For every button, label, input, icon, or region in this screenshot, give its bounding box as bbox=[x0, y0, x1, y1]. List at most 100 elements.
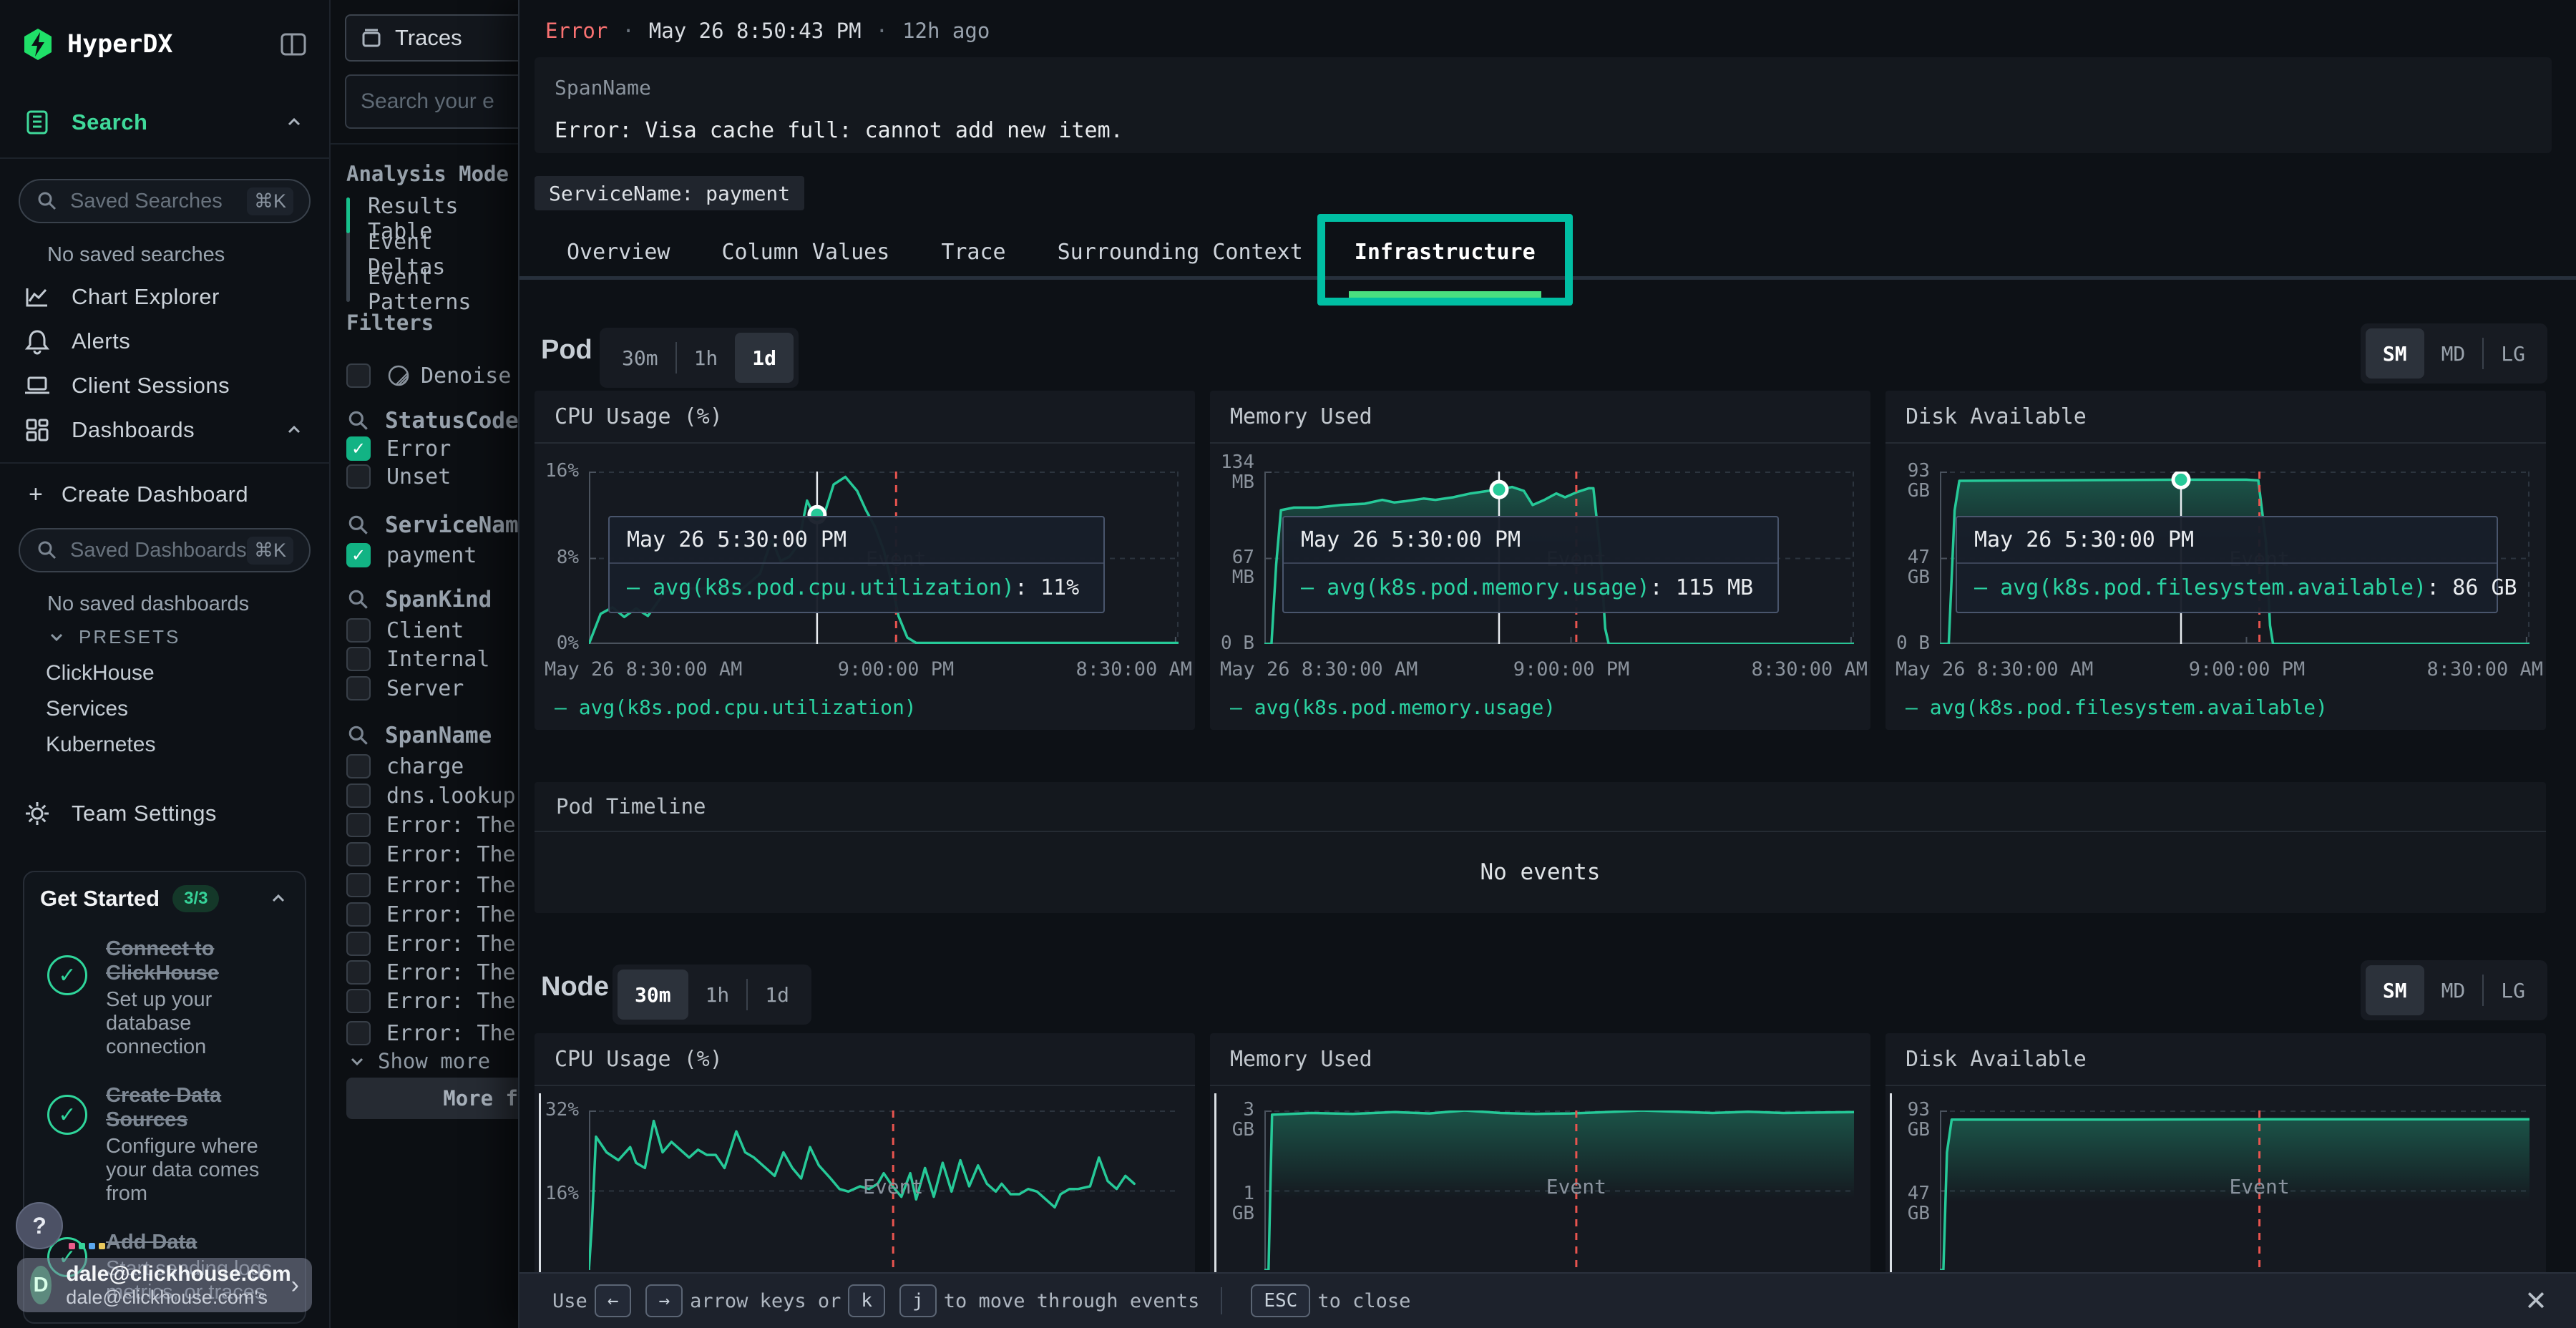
filter-spanname-error[interactable]: Error: The cr bbox=[346, 872, 518, 899]
checkbox[interactable] bbox=[346, 754, 371, 778]
preset-kubernetes[interactable]: Kubernetes bbox=[0, 727, 329, 763]
filter-group-servicename[interactable]: ServiceName bbox=[346, 511, 518, 540]
sidebar-item-search[interactable]: Search bbox=[0, 100, 329, 145]
range-1d[interactable]: 1d bbox=[748, 970, 806, 1020]
range-1h[interactable]: 1h bbox=[677, 333, 736, 383]
checkbox[interactable] bbox=[346, 618, 371, 643]
saved-dashboards-input[interactable]: Saved Dashboards ⌘K bbox=[19, 528, 311, 572]
filter-spanname-dnslookup[interactable]: dns.lookup bbox=[346, 782, 516, 809]
checkbox-checked[interactable]: ✓ bbox=[346, 543, 371, 567]
kbd-esc[interactable]: ESC bbox=[1251, 1284, 1310, 1317]
tab-column-values[interactable]: Column Values bbox=[696, 230, 916, 275]
checkbox[interactable] bbox=[346, 1021, 371, 1045]
filter-statuscode-unset[interactable]: Unset bbox=[346, 463, 451, 490]
filter-spanname-error[interactable]: Error: The cr bbox=[346, 901, 518, 928]
filter-spanname-error[interactable]: Error: The cr bbox=[346, 1020, 518, 1047]
checkbox[interactable] bbox=[346, 902, 371, 927]
kbd-k[interactable]: k bbox=[848, 1284, 885, 1317]
preset-services[interactable]: Services bbox=[0, 691, 329, 727]
get-started-item[interactable]: ✓ Create Data Sources Configure where yo… bbox=[40, 1083, 289, 1206]
help-button[interactable]: ? bbox=[16, 1202, 63, 1249]
filter-spankind-internal[interactable]: Internal bbox=[346, 645, 490, 673]
checkbox[interactable] bbox=[346, 932, 371, 956]
tooltip-value: 115 MB bbox=[1676, 575, 1753, 600]
sidebar-item-alerts[interactable]: Alerts bbox=[0, 319, 329, 363]
checkbox[interactable] bbox=[346, 813, 371, 837]
filter-statuscode-error[interactable]: ✓ Error bbox=[346, 435, 451, 462]
size-lg[interactable]: LG bbox=[2484, 965, 2542, 1015]
range-30m[interactable]: 30m bbox=[605, 333, 675, 383]
checkbox[interactable] bbox=[346, 989, 371, 1013]
source-select[interactable]: Traces bbox=[345, 14, 518, 62]
tab-surrounding-context[interactable]: Surrounding Context bbox=[1032, 230, 1329, 275]
filter-label: Client bbox=[386, 618, 464, 643]
range-1d[interactable]: 1d bbox=[735, 333, 794, 383]
filter-spanname-error[interactable]: Error: The cr bbox=[346, 841, 518, 868]
show-more-button[interactable]: Show more bbox=[346, 1048, 490, 1075]
event-search-input[interactable]: Search your e bbox=[345, 74, 518, 129]
node-disk-plot[interactable]: Event bbox=[1940, 1110, 2529, 1270]
user-menu[interactable]: D dale@clickhouse.com dale@clickhouse.co… bbox=[17, 1258, 312, 1312]
close-icon[interactable]: ✕ bbox=[2524, 1285, 2547, 1317]
size-md[interactable]: MD bbox=[2424, 965, 2483, 1015]
filter-group-spankind[interactable]: SpanKind bbox=[346, 585, 492, 614]
more-filters-button[interactable]: More filters bbox=[346, 1078, 518, 1119]
chevron-up-icon[interactable] bbox=[268, 888, 289, 909]
y-tick: 16% bbox=[535, 1183, 579, 1204]
filter-denoise[interactable]: Denoise Re bbox=[346, 362, 518, 389]
size-sm[interactable]: SM bbox=[2366, 965, 2424, 1015]
filter-servicename-payment[interactable]: ✓ payment bbox=[346, 542, 477, 569]
size-sm[interactable]: SM bbox=[2366, 328, 2424, 379]
svg-text:Event: Event bbox=[2229, 1175, 2289, 1198]
collapse-sidebar-icon[interactable] bbox=[279, 30, 308, 59]
checkbox[interactable] bbox=[346, 464, 371, 489]
sidebar-item-dashboards[interactable]: Dashboards bbox=[0, 408, 329, 452]
checkbox[interactable] bbox=[346, 363, 371, 388]
check-circle-icon: ✓ bbox=[47, 1095, 87, 1135]
checkbox[interactable] bbox=[346, 842, 371, 866]
filter-group-statuscode[interactable]: StatusCode bbox=[346, 406, 518, 435]
create-dashboard-button[interactable]: + Create Dashboard bbox=[0, 472, 329, 517]
mode-results-table[interactable]: Results Table bbox=[368, 205, 518, 233]
filter-group-spanname[interactable]: SpanName bbox=[346, 721, 492, 750]
presets-toggle[interactable]: PRESETS bbox=[0, 618, 329, 655]
mode-event-patterns[interactable]: Event Patterns bbox=[368, 276, 518, 303]
tab-infrastructure[interactable]: Infrastructure bbox=[1329, 230, 1561, 275]
checkbox[interactable] bbox=[346, 960, 371, 985]
kbd-arrow-right[interactable]: → bbox=[645, 1284, 683, 1317]
preset-clickhouse[interactable]: ClickHouse bbox=[0, 655, 329, 691]
checkbox-checked[interactable]: ✓ bbox=[346, 436, 371, 461]
size-lg[interactable]: LG bbox=[2484, 328, 2542, 379]
pod-cpu-chart-card: CPU Usage (%) 16% 8% 0% Event May 26 8:3… bbox=[535, 391, 1195, 730]
filter-spanname-error[interactable]: Error: The cr bbox=[346, 959, 518, 986]
saved-searches-input[interactable]: Saved Searches ⌘K bbox=[19, 179, 311, 223]
range-1h[interactable]: 1h bbox=[688, 970, 747, 1020]
node-cpu-plot[interactable]: Event bbox=[589, 1110, 1179, 1270]
sidebar-item-chart-explorer[interactable]: Chart Explorer bbox=[0, 275, 329, 319]
tab-overview[interactable]: Overview bbox=[541, 230, 696, 275]
app-title: HyperDX bbox=[67, 30, 279, 59]
filter-spanname-error[interactable]: Error: The cr bbox=[346, 930, 518, 957]
filter-spanname-error[interactable]: Error: The cr bbox=[346, 987, 518, 1015]
filter-spankind-server[interactable]: Server bbox=[346, 675, 464, 702]
sidebar-item-team-settings[interactable]: Team Settings bbox=[0, 791, 329, 836]
sidebar-item-client-sessions[interactable]: Client Sessions bbox=[0, 363, 329, 408]
range-30m[interactable]: 30m bbox=[618, 970, 688, 1020]
kbd-arrow-left[interactable]: ← bbox=[595, 1284, 632, 1317]
svg-text:Event: Event bbox=[863, 1175, 923, 1198]
legend-dash: — bbox=[555, 695, 567, 719]
get-started-item[interactable]: ✓ Connect to ClickHouse Set up your data… bbox=[40, 937, 289, 1059]
tab-trace[interactable]: Trace bbox=[915, 230, 1031, 275]
checkbox[interactable] bbox=[346, 783, 371, 808]
checkbox[interactable] bbox=[346, 873, 371, 897]
node-memory-plot[interactable]: Event bbox=[1264, 1110, 1854, 1270]
service-tag[interactable]: ServiceName: payment bbox=[535, 176, 804, 210]
filter-spanname-error[interactable]: Error: The cr bbox=[346, 811, 518, 839]
checkbox[interactable] bbox=[346, 676, 371, 700]
kbd-j[interactable]: j bbox=[899, 1284, 937, 1317]
pod-memory-chart-card: Memory Used 134 MB 67 MB 0 B Event May 2… bbox=[1210, 391, 1870, 730]
filter-spankind-client[interactable]: Client bbox=[346, 617, 464, 644]
size-md[interactable]: MD bbox=[2424, 328, 2483, 379]
checkbox[interactable] bbox=[346, 647, 371, 671]
filter-spanname-charge[interactable]: charge bbox=[346, 753, 464, 780]
